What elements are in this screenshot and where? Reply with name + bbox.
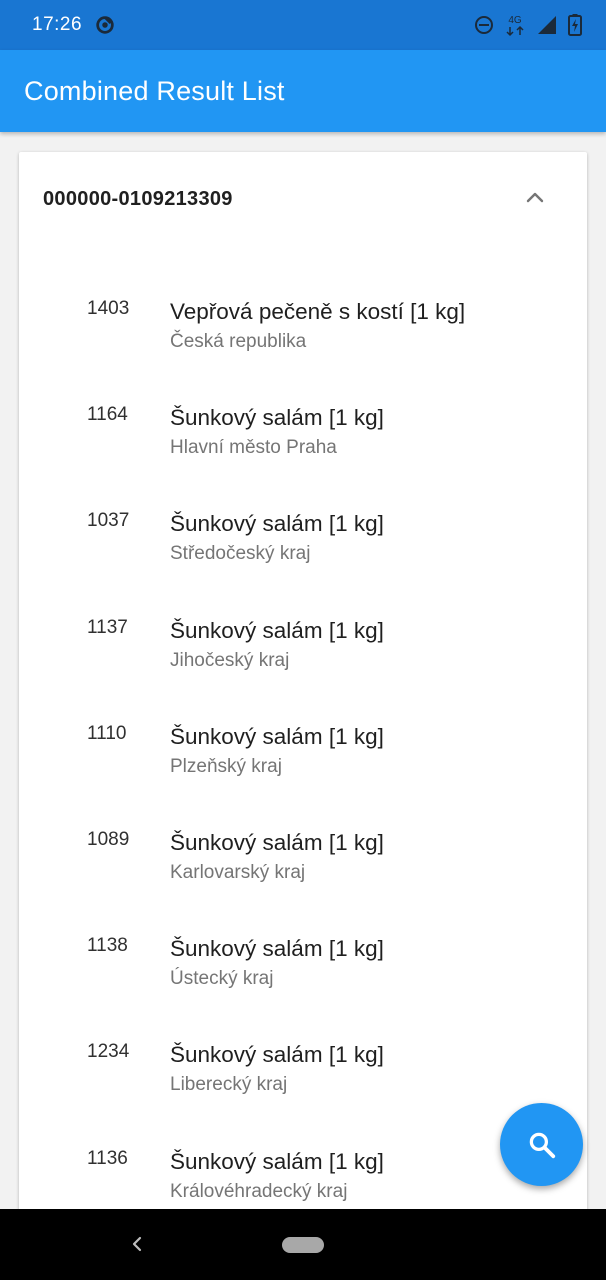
item-region: Česká republika (170, 331, 307, 352)
item-name: Šunkový salám [1 kg] (170, 723, 384, 749)
list-item[interactable]: 1089 Šunkový salám [1 kg] Karlovarský kr… (19, 829, 587, 935)
item-name: Vepřová pečeně s kostí [1 kg] (170, 299, 466, 324)
item-name: Šunkový salám [1 kg] (170, 1148, 384, 1174)
status-icons: 4G (474, 13, 582, 37)
list-item[interactable]: 1137 Šunkový salám [1 kg] Jihočeský kraj (19, 617, 587, 723)
item-code: 1403 (87, 298, 130, 319)
item-name: Šunkový salám [1 kg] (170, 936, 384, 962)
list-item[interactable]: 1138 Šunkový salám [1 kg] Ústecký kraj (19, 935, 587, 1041)
item-code: 1136 (87, 1147, 128, 1169)
item-region: Karlovarský kraj (170, 861, 306, 883)
chevron-up-icon[interactable] (523, 186, 547, 210)
item-code: 1110 (87, 722, 127, 744)
item-region: Liberecký kraj (170, 1074, 288, 1096)
item-name: Šunkový salám [1 kg] (170, 1042, 384, 1068)
list-item[interactable]: 1403 Vepřová pečeně s kostí [1 kg] Česká… (19, 298, 587, 404)
item-region: Hlavní město Praha (170, 437, 337, 459)
card-title: 000000-0109213309 (43, 188, 233, 210)
sync-icon (96, 16, 114, 34)
list-item[interactable]: 1037 Šunkový salám [1 kg] Středočeský kr… (19, 510, 587, 616)
item-name: Šunkový salám [1 kg] (170, 617, 384, 643)
item-region: Jihočeský kraj (170, 649, 290, 671)
item-code: 1037 (87, 510, 130, 532)
list-item[interactable]: 1164 Šunkový salám [1 kg] Hlavní město P… (19, 404, 587, 510)
home-pill-button[interactable] (282, 1237, 324, 1253)
back-icon[interactable] (126, 1233, 148, 1255)
card-header[interactable]: 000000-0109213309 (19, 152, 587, 248)
item-region: Ústecký kraj (170, 968, 274, 990)
item-code: 1138 (87, 935, 128, 957)
item-code: 1164 (87, 404, 128, 426)
item-name: Šunkový salám [1 kg] (170, 829, 384, 855)
result-card: 000000-0109213309 1403 Vepřová pečeně s … (19, 152, 587, 1252)
item-code: 1089 (87, 828, 130, 850)
item-region: Středočeský kraj (170, 543, 311, 565)
item-name: Šunkový salám [1 kg] (170, 405, 384, 431)
list-item[interactable]: 1110 Šunkový salám [1 kg] Plzeňský kraj (19, 723, 587, 829)
search-icon (529, 1132, 555, 1158)
item-code: 1137 (87, 616, 128, 638)
navigation-bar (0, 1209, 606, 1280)
result-list: 1403 Vepřová pečeně s kostí [1 kg] Česká… (19, 248, 587, 1252)
network-4g-icon: 4G (506, 15, 524, 37)
search-button[interactable] (500, 1103, 583, 1186)
app-bar: Combined Result List (0, 50, 606, 132)
item-name: Šunkový salám [1 kg] (170, 511, 384, 537)
item-region: Plzeňský kraj (170, 755, 282, 777)
signal-icon (538, 16, 556, 34)
battery-icon (568, 14, 582, 36)
do-not-disturb-icon (475, 16, 493, 34)
network-type-label: 4G (508, 15, 522, 26)
status-time: 17:26 (32, 14, 83, 35)
item-region: Královéhradecký kraj (170, 1180, 348, 1202)
page-title: Combined Result List (24, 75, 285, 106)
status-bar: 17:26 4G (0, 0, 606, 50)
item-code: 1234 (87, 1041, 130, 1063)
